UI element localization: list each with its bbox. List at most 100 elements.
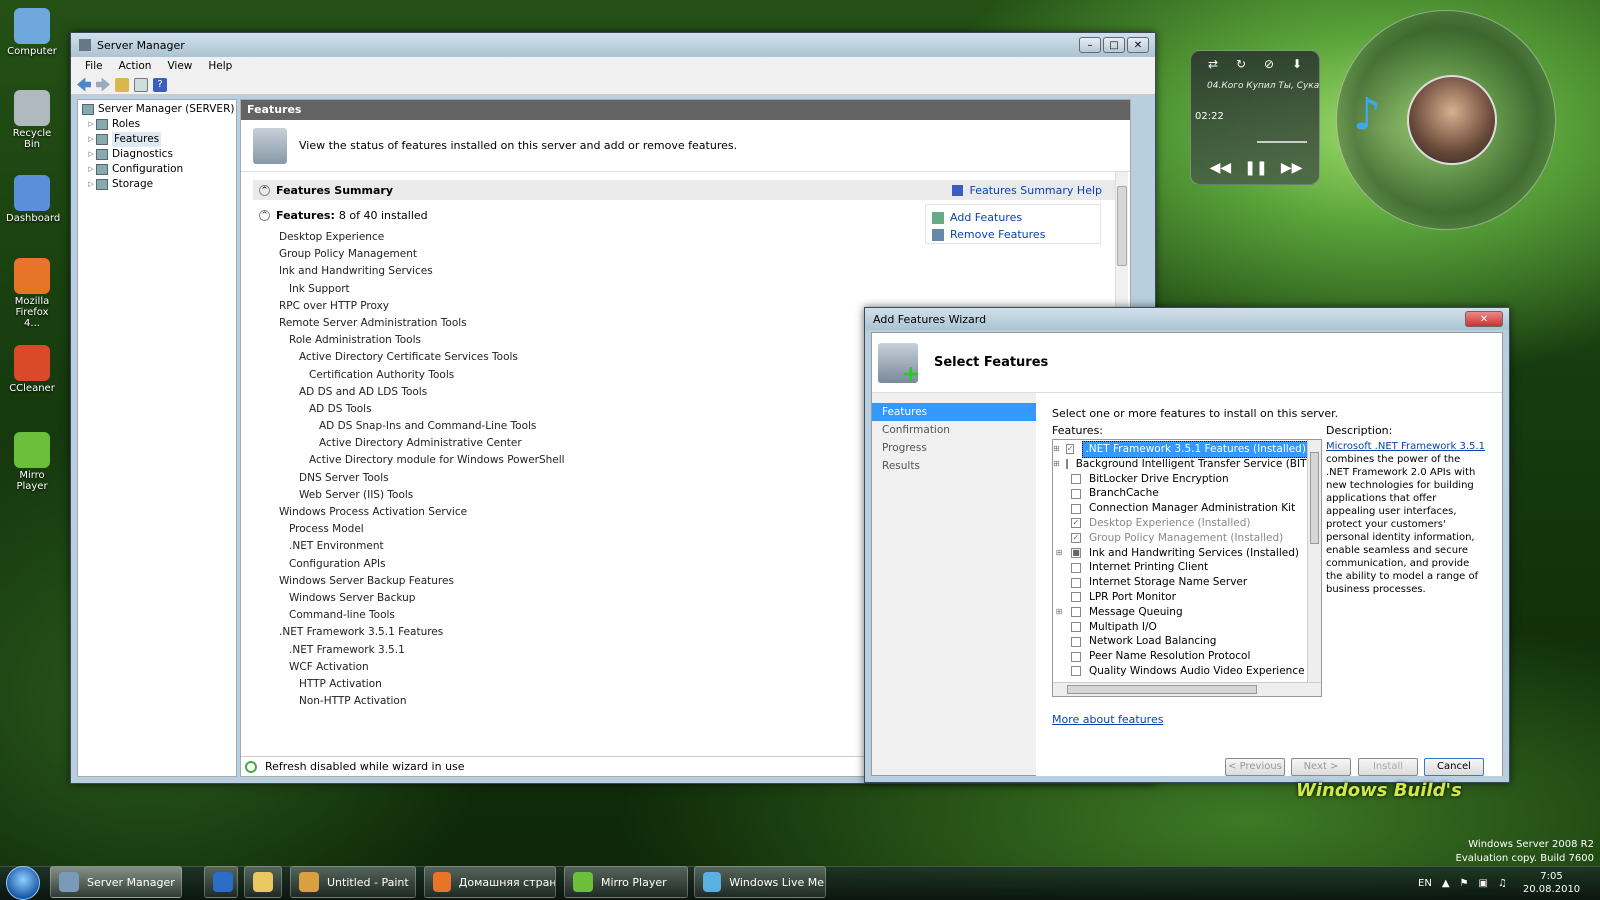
up-folder-icon[interactable]: [115, 77, 129, 92]
expand-icon[interactable]: ⊞: [1053, 546, 1065, 561]
feature-checkbox[interactable]: [1071, 488, 1081, 499]
wizard-close-button[interactable]: ✕: [1465, 311, 1503, 327]
scroll-thumb[interactable]: [1117, 186, 1127, 266]
tree-item-roles[interactable]: ▷ Roles: [78, 117, 236, 132]
menu-action[interactable]: Action: [111, 60, 160, 72]
feature-checkbox[interactable]: [1071, 592, 1081, 603]
feature-checkbox[interactable]: ✓: [1065, 444, 1075, 455]
desktop-icon-computer[interactable]: Computer: [6, 8, 58, 57]
network-icon[interactable]: ▣: [1478, 878, 1487, 889]
feature-checkbox[interactable]: [1071, 562, 1081, 573]
feature-row[interactable]: Network Load Balancing: [1053, 634, 1307, 649]
fast-forward-icon[interactable]: ▶▶: [1281, 160, 1303, 176]
taskbar-item-untitled-paint[interactable]: Untitled - Paint: [290, 866, 416, 898]
taskbar-item-домашняя-стран[interactable]: Домашняя стран...: [424, 866, 556, 898]
rewind-icon[interactable]: ◀◀: [1210, 160, 1232, 176]
minimize-button[interactable]: –: [1079, 37, 1101, 53]
expand-icon[interactable]: ▷: [86, 132, 96, 147]
tree-item-storage[interactable]: ▷ Storage: [78, 177, 236, 192]
description-link[interactable]: Microsoft .NET Framework 3.5.1: [1326, 441, 1485, 452]
feature-checkbox[interactable]: ✓: [1071, 533, 1081, 544]
flag-icon[interactable]: ⚑: [1460, 878, 1469, 889]
feature-row[interactable]: Internet Printing Client: [1053, 560, 1307, 575]
feature-checkbox[interactable]: [1071, 621, 1081, 632]
feature-row[interactable]: Peer Name Resolution Protocol: [1053, 649, 1307, 664]
expand-icon[interactable]: ⊞: [1053, 457, 1060, 472]
wizard-titlebar[interactable]: Add Features Wizard ✕: [865, 308, 1509, 330]
taskbar-item-pinned-2[interactable]: [244, 866, 282, 898]
feature-checkbox[interactable]: [1071, 577, 1081, 588]
start-button[interactable]: [6, 866, 40, 900]
feature-row[interactable]: Quality Windows Audio Video Experience: [1053, 664, 1307, 679]
feature-row[interactable]: Internet Storage Name Server: [1053, 575, 1307, 590]
volume-slider[interactable]: [1257, 141, 1307, 143]
feature-checkbox[interactable]: [1071, 473, 1081, 484]
feature-row[interactable]: BranchCache: [1053, 486, 1307, 501]
feature-row[interactable]: BitLocker Drive Encryption: [1053, 472, 1307, 487]
expand-icon[interactable]: ▷: [86, 147, 96, 162]
taskbar-item-windows-live-me[interactable]: Windows Live Me...: [694, 866, 826, 898]
desktop-icon-ccleaner[interactable]: CCleaner: [6, 345, 58, 394]
feature-row[interactable]: Connection Manager Administration Kit: [1053, 501, 1307, 516]
taskbar-item-mirro-player[interactable]: Mirro Player: [564, 866, 688, 898]
back-icon[interactable]: [77, 77, 91, 92]
tree-root[interactable]: Server Manager (SERVER): [78, 102, 236, 117]
feature-checkbox[interactable]: [1071, 666, 1081, 677]
feature-checkbox[interactable]: [1071, 636, 1081, 647]
expand-icon[interactable]: ⊞: [1053, 442, 1060, 457]
collapse-summary-icon[interactable]: ^: [259, 184, 270, 196]
desktop-icon-mozilla-firefox-4[interactable]: Mozilla Firefox 4...: [6, 258, 58, 329]
feature-row[interactable]: ⊞ ■ Ink and Handwriting Services (Installe…: [1053, 546, 1307, 561]
desktop-icon-mirro-player[interactable]: Mirro Player: [6, 432, 58, 492]
maximize-button[interactable]: □: [1103, 37, 1125, 53]
previous-button[interactable]: < Previous: [1225, 758, 1285, 776]
feature-row[interactable]: ⊞ Message Queuing: [1053, 605, 1307, 620]
forward-icon[interactable]: [96, 77, 110, 92]
feature-row[interactable]: ✓ Desktop Experience (Installed): [1053, 516, 1307, 531]
show-tree-icon[interactable]: [134, 77, 148, 92]
checklist-vscroll-thumb[interactable]: [1310, 452, 1319, 544]
checklist-hscroll[interactable]: [1053, 682, 1321, 696]
more-about-features-link[interactable]: More about features: [1052, 713, 1163, 726]
feature-checkbox[interactable]: [1071, 651, 1081, 662]
next-button[interactable]: Next >: [1291, 758, 1351, 776]
stop-icon[interactable]: ⊘: [1264, 57, 1274, 71]
taskbar-item-pinned-1[interactable]: [204, 866, 238, 898]
feature-row[interactable]: ⊞ ✓ .NET Framework 3.5.1 Features (Install…: [1053, 441, 1309, 458]
checklist-hscroll-thumb[interactable]: [1067, 685, 1257, 694]
feature-checkbox[interactable]: [1071, 607, 1081, 618]
repeat-icon[interactable]: ↻: [1236, 57, 1246, 71]
install-button[interactable]: Install: [1358, 758, 1418, 776]
expand-icon[interactable]: ⊞: [1053, 605, 1065, 620]
desktop-icon-dashboard[interactable]: Dashboard: [6, 175, 60, 224]
menu-file[interactable]: File: [77, 60, 111, 72]
taskbar-item-server-manager[interactable]: Server Manager: [50, 866, 182, 898]
feature-row[interactable]: ⊞ Background Intelligent Transfer Service…: [1053, 457, 1317, 472]
download-icon[interactable]: ⬇: [1292, 57, 1302, 71]
desktop-icon-recycle-bin[interactable]: Recycle Bin: [6, 90, 58, 150]
menu-help[interactable]: Help: [200, 60, 240, 72]
collapse-features-icon[interactable]: ^: [259, 210, 270, 221]
cancel-button[interactable]: Cancel: [1424, 758, 1484, 776]
show-hidden-icons[interactable]: ▲: [1442, 878, 1450, 889]
summary-help-link[interactable]: Features Summary Help: [969, 184, 1102, 197]
feature-row[interactable]: ✓ Group Policy Management (Installed): [1053, 531, 1307, 546]
feature-checkbox[interactable]: ■: [1071, 547, 1081, 558]
remove-features-link[interactable]: Remove Features: [950, 228, 1045, 241]
checklist-vscroll[interactable]: [1307, 440, 1321, 682]
volume-icon[interactable]: ♫: [1498, 878, 1507, 889]
server-manager-titlebar[interactable]: Server Manager – □ ✕: [71, 33, 1155, 57]
shuffle-icon[interactable]: ⇄: [1208, 57, 1218, 71]
expand-icon[interactable]: ▷: [86, 117, 96, 132]
close-button[interactable]: ✕: [1127, 37, 1149, 53]
feature-checkbox[interactable]: [1071, 503, 1081, 514]
expand-icon[interactable]: ▷: [86, 177, 96, 192]
tree-item-configuration[interactable]: ▷ Configuration: [78, 162, 236, 177]
help-icon[interactable]: ?: [153, 77, 167, 92]
tree-item-diagnostics[interactable]: ▷ Diagnostics: [78, 147, 236, 162]
feature-checkbox[interactable]: ✓: [1071, 518, 1081, 529]
pause-icon[interactable]: ❚❚: [1244, 160, 1267, 176]
expand-icon[interactable]: ▷: [86, 162, 96, 177]
feature-row[interactable]: LPR Port Monitor: [1053, 590, 1307, 605]
add-features-link[interactable]: Add Features: [950, 211, 1022, 224]
